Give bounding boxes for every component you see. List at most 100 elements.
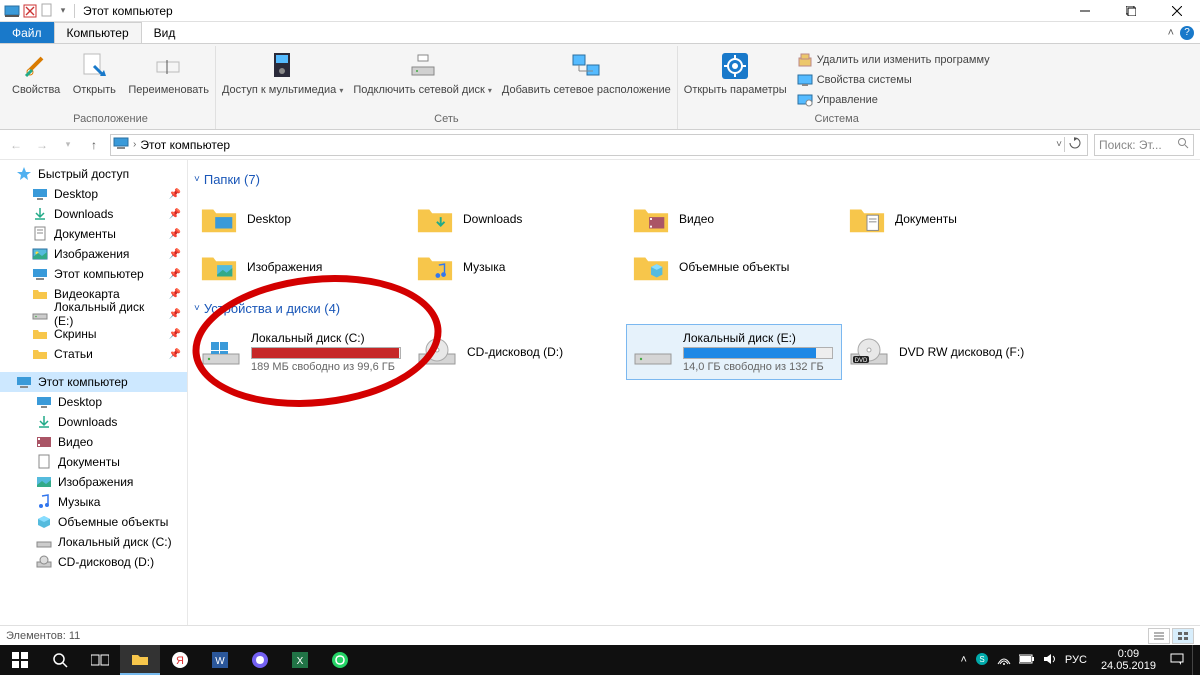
- tray-overflow-icon[interactable]: ˄: [960, 654, 966, 666]
- view-details-button[interactable]: [1148, 628, 1170, 644]
- tray-app-icon[interactable]: S: [975, 652, 989, 669]
- sidebar-item-articles[interactable]: Статьи📌: [0, 344, 187, 364]
- close-button[interactable]: [1154, 0, 1200, 22]
- sidebar-item-video[interactable]: Видео: [0, 432, 187, 452]
- sidebar-item-downloads2[interactable]: Downloads: [0, 412, 187, 432]
- address-dropdown-icon[interactable]: ˅: [1056, 139, 1062, 150]
- forward-button[interactable]: →: [32, 135, 52, 155]
- folder-downloads-icon: [415, 199, 455, 239]
- sidebar-item-documents[interactable]: Документы📌: [0, 224, 187, 244]
- qat-properties-icon[interactable]: [22, 3, 38, 19]
- help-icon[interactable]: ?: [1180, 26, 1194, 40]
- task-view-button[interactable]: [80, 645, 120, 675]
- search-placeholder: Поиск: Эт...: [1099, 138, 1162, 152]
- system-properties-button[interactable]: Свойства системы: [797, 72, 990, 88]
- refresh-button[interactable]: [1064, 137, 1085, 152]
- sidebar-item-this-pc-pinned[interactable]: Этот компьютер📌: [0, 264, 187, 284]
- sidebar-item-downloads[interactable]: Downloads📌: [0, 204, 187, 224]
- folder-music[interactable]: Музыка: [410, 243, 626, 291]
- sidebar-item-documents2[interactable]: Документы: [0, 452, 187, 472]
- video-icon: [36, 434, 52, 450]
- folder-video-icon: [631, 199, 671, 239]
- manage-button[interactable]: Управление: [797, 92, 990, 108]
- tray-action-center-icon[interactable]: [1170, 652, 1184, 669]
- open-button[interactable]: Открыть: [70, 50, 118, 96]
- navigation-pane[interactable]: Быстрый доступ Desktop📌 Downloads📌 Докум…: [0, 160, 188, 625]
- search-icon: [1177, 137, 1189, 152]
- sidebar-item-this-pc[interactable]: Этот компьютер: [0, 372, 187, 392]
- media-access-button[interactable]: Доступ к мультимедиа ▾: [222, 50, 343, 96]
- pin-icon: 📌: [169, 209, 181, 220]
- uninstall-icon: [797, 52, 813, 68]
- tray-battery-icon[interactable]: [1019, 654, 1035, 667]
- taskbar-word[interactable]: W: [200, 645, 240, 675]
- tab-file[interactable]: Файл: [0, 22, 54, 43]
- address-bar[interactable]: › Этот компьютер ˅: [110, 134, 1088, 156]
- folder-3d-icon: [631, 247, 671, 287]
- pictures-icon: [36, 474, 52, 490]
- start-button[interactable]: [0, 645, 40, 675]
- taskbar-explorer[interactable]: [120, 645, 160, 675]
- system-tray[interactable]: ˄ S РУС 0:09 24.05.2019: [960, 645, 1200, 675]
- sidebar-item-music[interactable]: Музыка: [0, 492, 187, 512]
- folder-desktop[interactable]: Desktop: [194, 195, 410, 243]
- app-icon: [4, 3, 20, 19]
- recent-locations-button[interactable]: ▾: [58, 135, 78, 155]
- minimize-button[interactable]: [1062, 0, 1108, 22]
- folder-video[interactable]: Видео: [626, 195, 842, 243]
- sidebar-item-local-e[interactable]: Локальный диск (E:)📌: [0, 304, 187, 324]
- rename-button[interactable]: Переименовать: [128, 50, 209, 96]
- up-button[interactable]: ↑: [84, 135, 104, 155]
- folder-downloads[interactable]: Downloads: [410, 195, 626, 243]
- taskbar-excel[interactable]: X: [280, 645, 320, 675]
- drive-c[interactable]: Локальный диск (C:) 189 МБ свободно из 9…: [194, 324, 410, 380]
- folder-documents[interactable]: Документы: [842, 195, 1058, 243]
- taskbar-viber[interactable]: [240, 645, 280, 675]
- search-input[interactable]: Поиск: Эт...: [1094, 134, 1194, 156]
- open-settings-button[interactable]: Открыть параметры: [684, 50, 787, 96]
- folder-pictures[interactable]: Изображения: [194, 243, 410, 291]
- section-drives[interactable]: ˅ Устройства и диски (4): [194, 301, 1194, 316]
- tray-language[interactable]: РУС: [1065, 654, 1087, 666]
- uninstall-program-button[interactable]: Удалить или изменить программу: [797, 52, 990, 68]
- qat-new-folder-icon[interactable]: [40, 3, 56, 19]
- tray-volume-icon[interactable]: [1043, 652, 1057, 669]
- desktop-icon: [36, 394, 52, 410]
- objects3d-icon: [36, 514, 52, 530]
- sidebar-item-cd-d[interactable]: CD-дисковод (D:): [0, 552, 187, 572]
- sidebar-item-pictures[interactable]: Изображения📌: [0, 244, 187, 264]
- maximize-button[interactable]: [1108, 0, 1154, 22]
- section-folders[interactable]: ˅ Папки (7): [194, 172, 1194, 187]
- map-drive-button[interactable]: Подключить сетевой диск ▾: [353, 50, 492, 96]
- taskbar-yandex[interactable]: Я: [160, 645, 200, 675]
- drive-e[interactable]: Локальный диск (E:) 14,0 ГБ свободно из …: [626, 324, 842, 380]
- content-pane[interactable]: ˅ Папки (7) Desktop Downloads Видео Доку…: [188, 160, 1200, 625]
- tab-computer[interactable]: Компьютер: [54, 22, 142, 43]
- tray-network-icon[interactable]: [997, 652, 1011, 669]
- search-button[interactable]: [40, 645, 80, 675]
- sidebar-item-quick-access[interactable]: Быстрый доступ: [0, 164, 187, 184]
- sidebar-item-screens[interactable]: Скрины📌: [0, 324, 187, 344]
- sidebar-item-desktop[interactable]: Desktop📌: [0, 184, 187, 204]
- drive-f[interactable]: DVD DVD RW дисковод (F:): [842, 324, 1058, 380]
- drive-d[interactable]: CD-дисковод (D:): [410, 324, 626, 380]
- sidebar-item-3d-objects[interactable]: Объемные объекты: [0, 512, 187, 532]
- view-large-icons-button[interactable]: [1172, 628, 1194, 644]
- properties-button[interactable]: Свойства: [12, 50, 60, 96]
- taskbar-whatsapp[interactable]: [320, 645, 360, 675]
- minimize-ribbon-icon[interactable]: ˄: [1168, 27, 1174, 39]
- taskbar[interactable]: Я W X ˄ S РУС 0:09 24.05.2019: [0, 645, 1200, 675]
- folder-3d-objects[interactable]: Объемные объекты: [626, 243, 842, 291]
- add-network-location-button[interactable]: Добавить сетевое расположение: [502, 50, 671, 96]
- sidebar-item-desktop2[interactable]: Desktop: [0, 392, 187, 412]
- pictures-icon: [32, 246, 48, 262]
- folder-pictures-icon: [199, 247, 239, 287]
- sidebar-item-local-c[interactable]: Локальный диск (C:): [0, 532, 187, 552]
- qat-dropdown-icon[interactable]: ▾: [58, 3, 68, 19]
- breadcrumb-this-pc[interactable]: Этот компьютер: [140, 138, 230, 152]
- back-button[interactable]: ←: [6, 135, 26, 155]
- show-desktop-button[interactable]: [1192, 645, 1198, 675]
- tab-view[interactable]: Вид: [142, 22, 188, 43]
- sidebar-item-pictures2[interactable]: Изображения: [0, 472, 187, 492]
- tray-clock[interactable]: 0:09 24.05.2019: [1095, 648, 1162, 672]
